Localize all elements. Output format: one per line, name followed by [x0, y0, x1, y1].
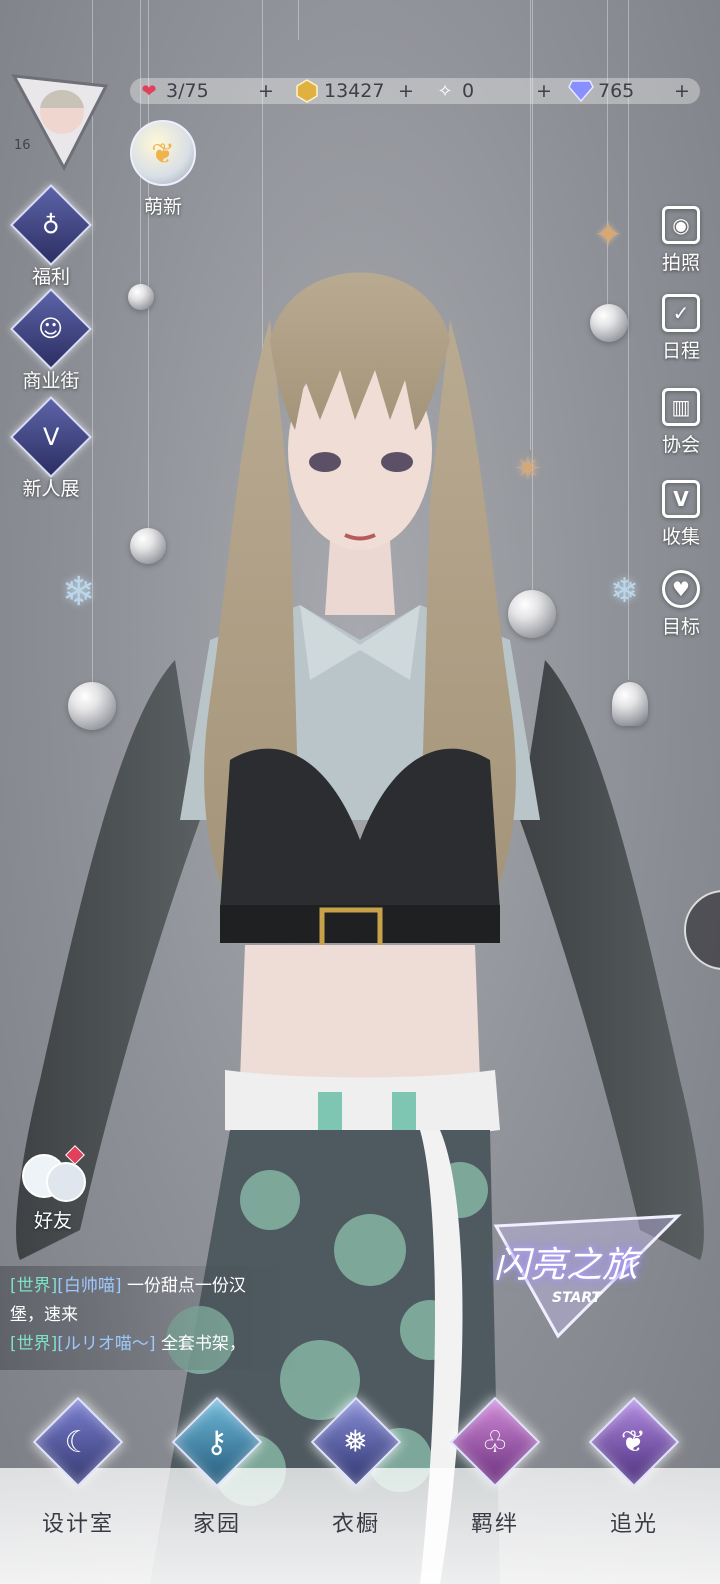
chat-message: [世界][ルリオ喵～] 全套书架， — [10, 1330, 300, 1359]
nav-bond[interactable]: ♧ 羁绊 — [435, 1396, 555, 1538]
nav-chase-light[interactable]: ❦ 追光 — [574, 1396, 694, 1538]
resource-stamina-value: 3/75 — [166, 80, 209, 102]
nav-design-room[interactable]: ☾ 设计室 — [18, 1396, 138, 1538]
menu-goal-label: 目标 — [661, 616, 700, 638]
star-ornament: ✴ — [514, 449, 543, 489]
chat-text: 全套书架， — [160, 1334, 246, 1354]
gold-coin-icon — [294, 78, 320, 104]
menu-photo-label: 拍照 — [661, 252, 700, 274]
nav-wardrobe[interactable]: ❅ 衣橱 — [296, 1396, 416, 1538]
nav-wardrobe-label: 衣橱 — [331, 1512, 380, 1537]
pearl-ornament — [128, 284, 154, 310]
menu-goal[interactable]: ♥ 目标 — [661, 570, 700, 639]
star-crystal-icon: ✧ — [437, 80, 453, 102]
resource-gold: 13427 — [294, 76, 384, 106]
key-icon: ⚷ — [171, 1396, 263, 1488]
moon-star-icon: ☾ — [32, 1396, 124, 1488]
nav-bond-label: 羁绊 — [470, 1512, 519, 1537]
clover-icon: ♧ — [449, 1396, 541, 1488]
hanging-string — [298, 0, 299, 40]
nav-home[interactable]: ⚷ 家园 — [157, 1396, 277, 1538]
butterfly-icon: ❦ — [588, 1396, 680, 1488]
menu-welfare[interactable]: ♁ 福利 — [9, 183, 93, 289]
heart-medal-icon: ♥ — [661, 570, 700, 608]
v-crown-icon: V — [9, 395, 93, 479]
star-ornament: ✦ — [594, 215, 623, 255]
resource-star-crystal: ✧ 0 — [432, 76, 474, 106]
menu-photo[interactable]: ◉ 拍照 — [661, 206, 700, 275]
world-chat-panel[interactable]: [世界][白帅喵] 一份甜点一份汉 堡，速来 [世界][ルリオ喵～] 全套书架， — [0, 1266, 300, 1370]
snowflake-ornament: ❄ — [62, 569, 96, 615]
pearl-ornament — [590, 304, 628, 342]
menu-guild[interactable]: ▥ 协会 — [661, 388, 700, 457]
event-newbie[interactable]: ❦ 萌新 — [130, 120, 196, 219]
snowflake-ornament: ❄ — [610, 571, 639, 611]
add-star-crystal-button[interactable]: + — [536, 76, 552, 106]
chat-channel: [世界] — [10, 1334, 58, 1354]
heart-gem-icon: ❤ — [141, 80, 157, 102]
menu-collection[interactable]: V 收集 — [661, 480, 700, 549]
friends-label: 好友 — [33, 1210, 72, 1232]
calendar-check-icon: ✓ — [661, 294, 700, 332]
building-icon: ▥ — [661, 388, 700, 426]
pearl-ornament — [130, 528, 166, 564]
resource-stamina: ❤ 3/75 — [136, 76, 209, 106]
chat-message-cont: 堡，速来 — [10, 1305, 78, 1325]
bell-ornament — [612, 682, 648, 726]
menu-newcomer[interactable]: V 新人展 — [9, 395, 93, 501]
hanging-string — [530, 0, 531, 450]
event-label: 萌新 — [143, 196, 182, 218]
menu-newcomer-label: 新人展 — [22, 478, 80, 500]
pearl-ornament — [68, 682, 116, 730]
menu-schedule[interactable]: ✓ 日程 — [661, 294, 700, 363]
camera-icon: ◉ — [661, 206, 700, 244]
shopping-bag-icon: ☺ — [9, 287, 93, 371]
add-gold-button[interactable]: + — [398, 76, 414, 106]
menu-welfare-label: 福利 — [31, 266, 70, 288]
butterfly-globe-icon: ❦ — [130, 120, 196, 186]
hanging-string — [262, 0, 263, 820]
player-level: 16 — [14, 138, 31, 153]
resource-diamond-value: 765 — [598, 80, 635, 102]
menu-commerce-label: 商业街 — [22, 370, 80, 392]
snowflake-crystal-icon: ❅ — [310, 1396, 402, 1488]
resource-diamond: 765 — [568, 76, 634, 106]
nav-design-label: 设计室 — [41, 1512, 114, 1537]
promo-subtitle: START — [552, 1290, 602, 1306]
menu-guild-label: 协会 — [661, 434, 700, 456]
friends-icon — [22, 1145, 86, 1202]
diamond-icon — [568, 78, 594, 104]
add-diamond-button[interactable]: + — [674, 76, 690, 106]
chat-channel: [世界] — [10, 1276, 58, 1296]
v-badge-icon: V — [661, 480, 700, 518]
chat-message: [世界][白帅喵] 一份甜点一份汉 — [10, 1272, 300, 1301]
chat-sender: [ルリオ喵～] — [57, 1334, 156, 1354]
friends-button[interactable]: 好友 — [22, 1145, 86, 1233]
nav-chase-label: 追光 — [609, 1512, 658, 1537]
resource-gold-value: 13427 — [324, 80, 385, 102]
hanging-string — [607, 0, 608, 310]
add-stamina-button[interactable]: + — [258, 76, 274, 106]
menu-commerce[interactable]: ☺ 商业街 — [9, 287, 93, 393]
promo-title: 闪亮之旅 — [494, 1245, 639, 1286]
menu-collection-label: 收集 — [661, 526, 700, 548]
nav-home-label: 家园 — [192, 1512, 241, 1537]
hot-air-balloon-icon: ♁ — [9, 183, 93, 267]
menu-schedule-label: 日程 — [661, 340, 700, 362]
player-avatar[interactable] — [10, 72, 110, 172]
resource-star-crystal-value: 0 — [462, 80, 475, 102]
chat-text: 一份甜点一份汉 — [126, 1276, 246, 1296]
chat-sender: [白帅喵] — [57, 1276, 122, 1296]
pearl-ornament — [508, 590, 556, 638]
